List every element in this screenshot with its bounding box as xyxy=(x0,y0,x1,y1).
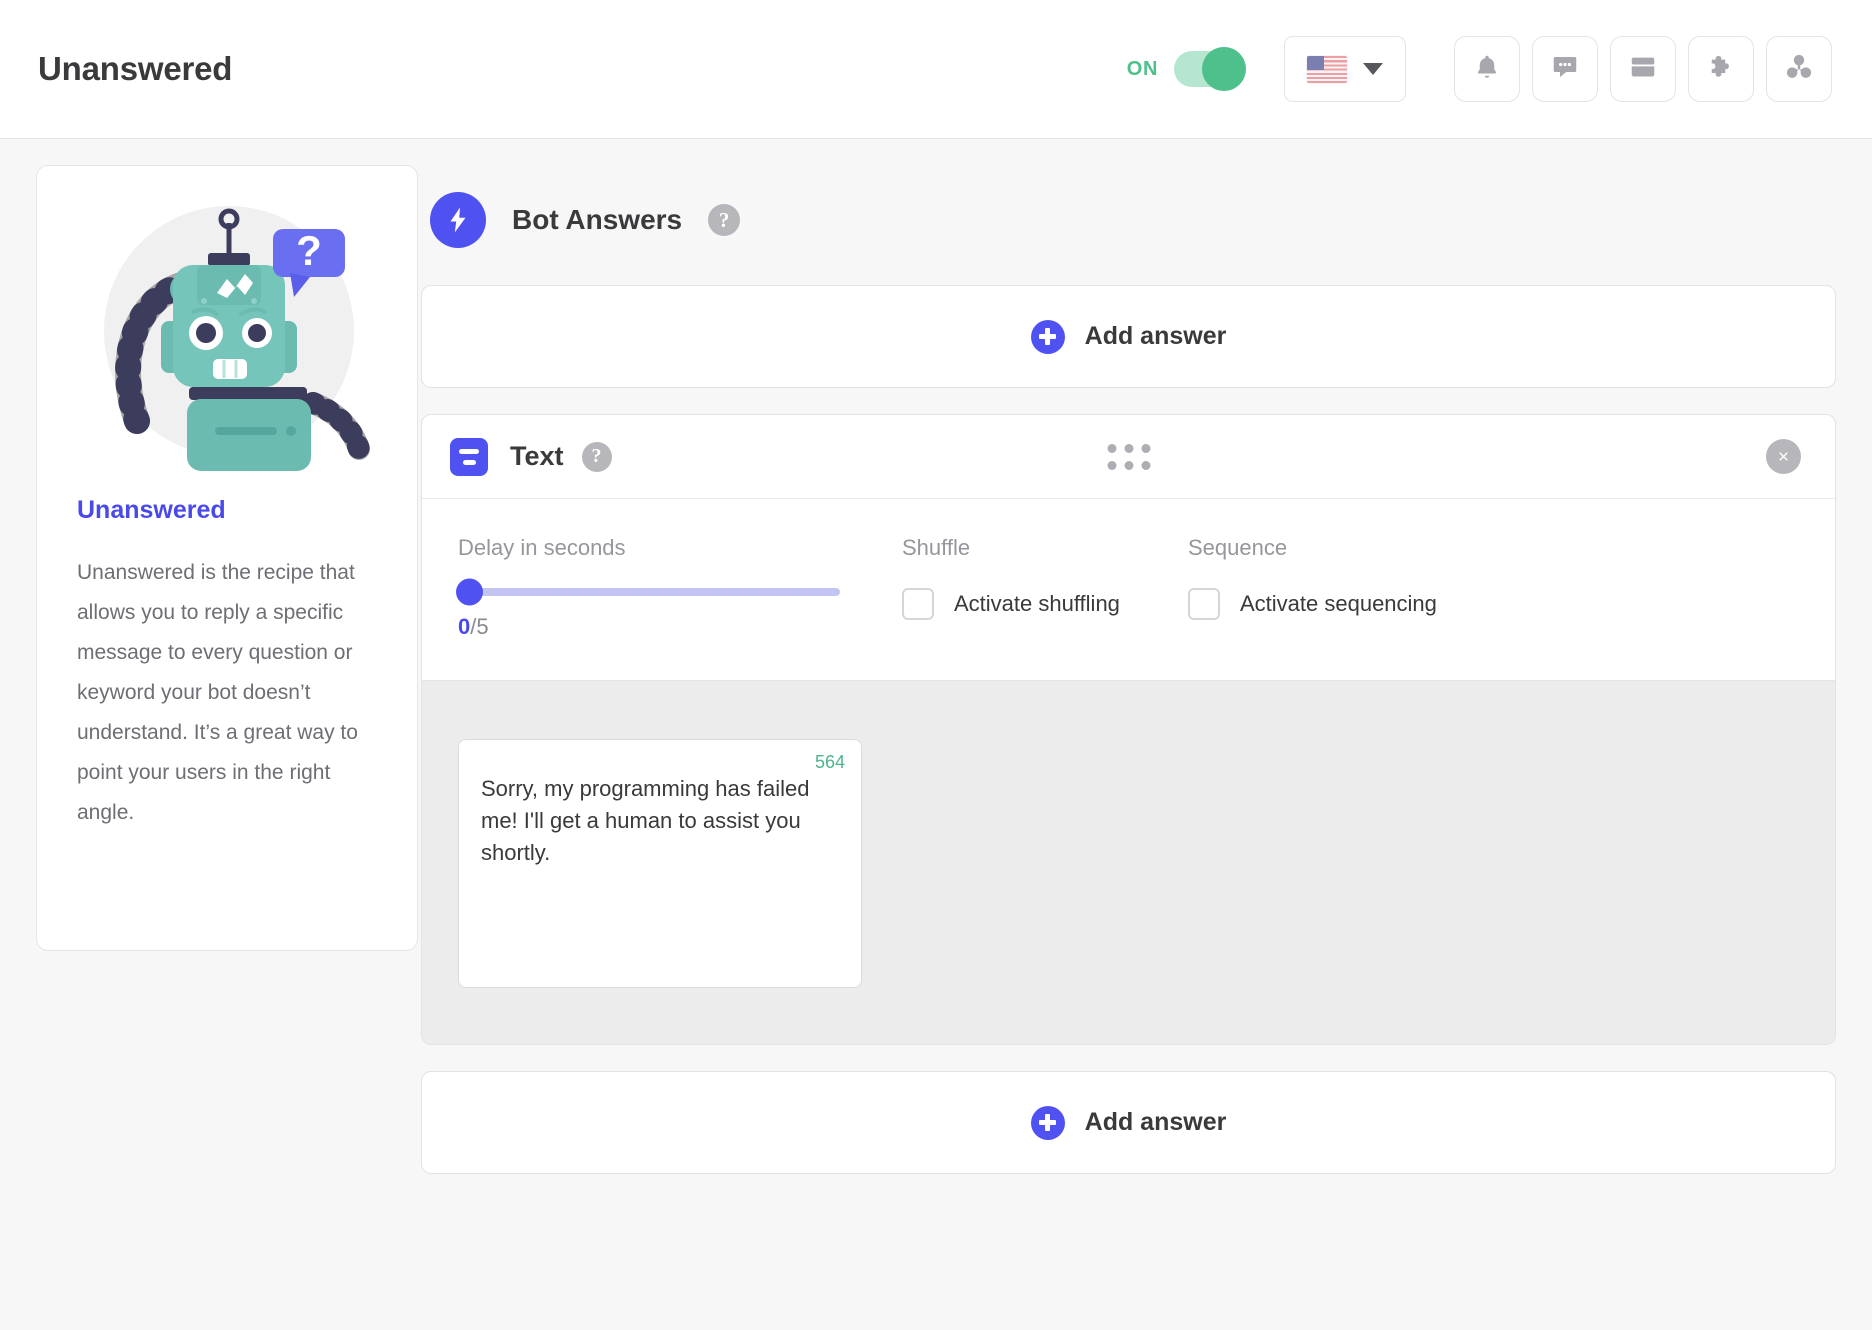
shuffle-option: Shuffle Activate shuffling xyxy=(872,535,1152,640)
message-text[interactable]: Sorry, my programming has failed me! I'l… xyxy=(481,762,839,869)
chat-bubble-icon xyxy=(1550,52,1580,87)
conversations-button[interactable] xyxy=(1532,36,1598,102)
add-answer-button-top[interactable]: Add answer xyxy=(421,285,1836,388)
flag-canton xyxy=(1307,55,1324,70)
main-content: Bot Answers ? Add answer Text ? Delay in… xyxy=(421,165,1872,1174)
text-lines-icon xyxy=(450,437,488,476)
connections-button[interactable] xyxy=(1766,36,1832,102)
inbox-button[interactable] xyxy=(1610,36,1676,102)
help-icon[interactable]: ? xyxy=(708,204,741,236)
text-answer-block: Text ? Delay in seconds 0/5 Shuffle Acti… xyxy=(421,414,1836,1045)
shuffle-checkbox-label: Activate shuffling xyxy=(954,591,1120,616)
svg-text:?: ? xyxy=(296,227,322,274)
robot-question-illustration: ? xyxy=(77,166,377,496)
delay-max-value: /5 xyxy=(470,614,489,639)
recipe-toggle-group[interactable]: ON xyxy=(1126,47,1246,91)
notifications-button[interactable] xyxy=(1454,36,1520,102)
top-bar-actions: ON xyxy=(1127,36,1832,102)
drag-dots-icon[interactable] xyxy=(1107,443,1150,470)
recipe-description: Unanswered is the recipe that allows you… xyxy=(77,561,358,824)
bot-answers-header: Bot Answers ? xyxy=(421,165,1836,253)
drag-dot xyxy=(1107,460,1116,470)
drag-dot xyxy=(1124,443,1133,453)
toggle-state-label: ON xyxy=(1126,57,1158,80)
chevron-down-icon xyxy=(1363,63,1383,75)
add-answer-label: Add answer xyxy=(1084,1108,1227,1136)
sequence-checkbox[interactable] xyxy=(1188,588,1220,620)
delay-option: Delay in seconds 0/5 xyxy=(422,535,872,640)
delay-value: 0/5 xyxy=(458,614,872,640)
bell-icon xyxy=(1472,52,1502,87)
sequence-checkbox-label: Activate sequencing xyxy=(1240,591,1437,616)
page-body: ? Unanswered Unanswered is the recipe th… xyxy=(0,139,1872,1174)
shuffle-checkbox[interactable] xyxy=(902,588,934,620)
drag-dot xyxy=(1141,460,1150,470)
sequence-label: Sequence xyxy=(1188,535,1288,560)
delay-label: Delay in seconds xyxy=(458,535,626,560)
text-line-2 xyxy=(462,459,476,465)
drag-dot xyxy=(1124,460,1133,470)
lightning-bolt-icon xyxy=(430,192,486,248)
top-bar: Unanswered ON xyxy=(0,0,1872,139)
inbox-icon xyxy=(1628,52,1658,87)
page-title: Unanswered xyxy=(38,50,233,87)
text-block-options: Delay in seconds 0/5 Shuffle Activate sh… xyxy=(422,499,1835,681)
text-block-header: Text ? xyxy=(422,415,1835,499)
language-selector[interactable] xyxy=(1284,36,1406,102)
add-answer-button-bottom[interactable]: Add answer xyxy=(421,1071,1836,1174)
connections-icon xyxy=(1784,52,1814,87)
text-help-icon[interactable]: ? xyxy=(581,441,612,472)
shuffle-checkbox-row[interactable]: Activate shuffling xyxy=(902,588,1152,620)
sidebar: ? Unanswered Unanswered is the recipe th… xyxy=(0,165,418,1174)
character-counter: 564 xyxy=(814,752,845,772)
integrations-button[interactable] xyxy=(1688,36,1754,102)
delay-current-value: 0 xyxy=(458,614,471,639)
us-flag-icon xyxy=(1307,55,1347,83)
message-textarea[interactable]: 564 Sorry, my programming has failed me!… xyxy=(458,739,862,988)
plus-icon xyxy=(1030,319,1065,354)
recipe-info-card: ? Unanswered Unanswered is the recipe th… xyxy=(36,165,418,951)
recipe-title: Unanswered xyxy=(77,496,226,524)
recipe-enable-toggle[interactable] xyxy=(1174,47,1246,91)
toggle-knob xyxy=(1202,47,1246,91)
close-icon[interactable] xyxy=(1766,439,1801,474)
add-answer-label: Add answer xyxy=(1084,322,1227,350)
sequence-checkbox-row[interactable]: Activate sequencing xyxy=(1188,588,1437,620)
delay-slider-thumb[interactable] xyxy=(456,578,483,606)
sequence-option: Sequence Activate sequencing xyxy=(1152,535,1437,640)
robot-illustration-svg: ? xyxy=(104,206,370,471)
text-line-1 xyxy=(459,448,479,454)
drag-dot xyxy=(1107,443,1116,453)
section-title: Bot Answers xyxy=(512,204,683,235)
puzzle-piece-icon xyxy=(1706,52,1736,87)
delay-slider[interactable] xyxy=(456,578,840,606)
drag-dot xyxy=(1141,443,1150,453)
plus-icon xyxy=(1030,1105,1065,1140)
text-block-title: Text xyxy=(510,441,564,471)
shuffle-label: Shuffle xyxy=(902,535,971,560)
text-block-body: 564 Sorry, my programming has failed me!… xyxy=(422,681,1835,1044)
